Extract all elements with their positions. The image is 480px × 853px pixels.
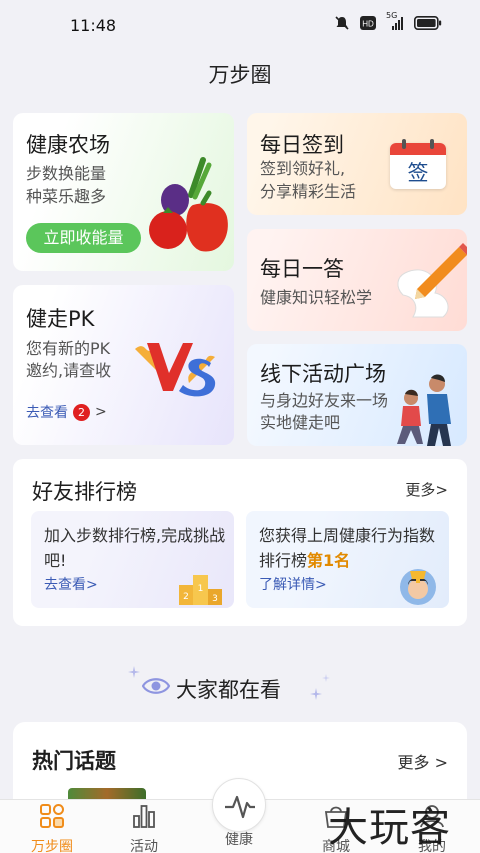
watermark: 大玩客 — [328, 805, 451, 851]
walk-view-link[interactable]: 去查看 2 > — [26, 402, 107, 422]
farm-title: 健康农场 — [26, 133, 110, 157]
watch-section-header: 大家都在看 — [0, 666, 480, 706]
mute-icon — [335, 16, 349, 30]
svg-text:3: 3 — [212, 594, 218, 604]
svg-text:1: 1 — [198, 584, 204, 594]
pulse-icon — [225, 795, 255, 819]
tab-label: 活动 — [130, 839, 158, 853]
podium-icon: 2 1 3 — [179, 575, 222, 605]
tab-wanbuquan[interactable]: 万步圈 — [12, 804, 92, 853]
chart-icon — [133, 805, 155, 828]
health-farm-card[interactable]: 健康农场 步数换能量 种菜乐趣多 立即收能量 — [13, 113, 234, 271]
daily-answer-card[interactable]: 每日一答 健康知识轻松学 — [247, 229, 467, 331]
sparkle-icon — [322, 674, 330, 682]
farm-line1: 步数换能量 — [26, 164, 107, 183]
eye-icon — [142, 678, 170, 694]
page-title: 万步圈 — [208, 63, 272, 87]
topics-more-link[interactable]: 更多 > — [398, 749, 449, 773]
signal-icon: 5G — [386, 11, 404, 31]
svg-text:2: 2 — [183, 592, 189, 602]
signin-line1: 签到领好礼, — [260, 159, 346, 178]
health-rank-highlight: 第1名 — [307, 551, 351, 570]
trophy-avatar-icon — [400, 569, 436, 605]
step-rank-link[interactable]: 去查看> — [44, 574, 98, 594]
sparkle-icon — [310, 688, 322, 700]
status-time: 11:48 — [70, 16, 117, 35]
step-rank-text: 加入步数排行榜,完成挑战吧! — [44, 526, 226, 570]
grid-icon — [40, 804, 64, 828]
tab-label: 万步圈 — [31, 839, 73, 853]
offline-activity-card[interactable]: 线下活动广场 与身边好友来一场 实地健走吧 — [247, 344, 467, 446]
calendar-icon: 签 — [390, 139, 446, 189]
answer-title: 每日一答 — [260, 257, 344, 281]
walk-view-label: 去查看 — [26, 405, 68, 421]
signin-line2: 分享精彩生活 — [260, 182, 357, 201]
health-rank-box[interactable]: 您获得上周健康行为指数排行榜第1名 了解详情> — [246, 511, 449, 608]
collect-energy-button[interactable]: 立即收能量 — [26, 223, 141, 253]
calendar-char: 签 — [407, 161, 429, 185]
status-bar: 11:48 HD 5G — [0, 0, 480, 52]
step-rank-box[interactable]: 加入步数排行榜,完成挑战吧! 去查看> 2 1 3 — [31, 511, 234, 608]
chevron-right-icon: > — [95, 404, 107, 420]
daily-signin-card[interactable]: 每日签到 签到领好礼, 分享精彩生活 签 — [247, 113, 467, 215]
friends-ranking-section: 好友排行榜 更多> 加入步数排行榜,完成挑战吧! 去查看> 2 1 3 您获得上… — [13, 459, 467, 626]
vegetables-icon — [149, 157, 228, 252]
pencil-paper-icon — [397, 243, 467, 318]
vs-icon — [135, 343, 216, 397]
walk-line2: 邀约,请查收 — [26, 361, 112, 380]
walk-title: 健走PK — [26, 307, 95, 331]
health-center-button[interactable] — [212, 778, 266, 832]
offline-title: 线下活动广场 — [260, 362, 386, 386]
runners-icon — [397, 374, 451, 446]
rank-title: 好友排行榜 — [32, 480, 137, 504]
watch-title: 大家都在看 — [176, 678, 281, 702]
notification-badge: 2 — [73, 403, 90, 421]
tab-health[interactable]: 健康 — [199, 829, 279, 849]
farm-line2: 种菜乐趣多 — [26, 187, 107, 206]
battery-icon — [414, 16, 442, 30]
answer-line1: 健康知识轻松学 — [260, 288, 373, 307]
rank-more-link[interactable]: 更多> — [405, 479, 448, 500]
hd-icon: HD — [360, 16, 376, 30]
status-icons: HD 5G — [334, 11, 442, 31]
tab-activity[interactable]: 活动 — [104, 804, 184, 853]
walk-pk-card[interactable]: 健走PK 您有新的PK 邀约,请查收 去查看 2 > VS — [13, 285, 234, 445]
tab-label: 健康 — [225, 832, 253, 848]
sparkle-icon — [128, 666, 140, 678]
offline-line1: 与身边好友来一场 — [260, 391, 389, 410]
signin-title: 每日签到 — [260, 133, 344, 157]
walk-line1: 您有新的PK — [26, 339, 111, 358]
topics-title: 热门话题 — [32, 749, 116, 773]
health-rank-link[interactable]: 了解详情> — [259, 574, 327, 594]
offline-line2: 实地健走吧 — [260, 413, 341, 432]
svg-text:HD: HD — [362, 20, 374, 29]
